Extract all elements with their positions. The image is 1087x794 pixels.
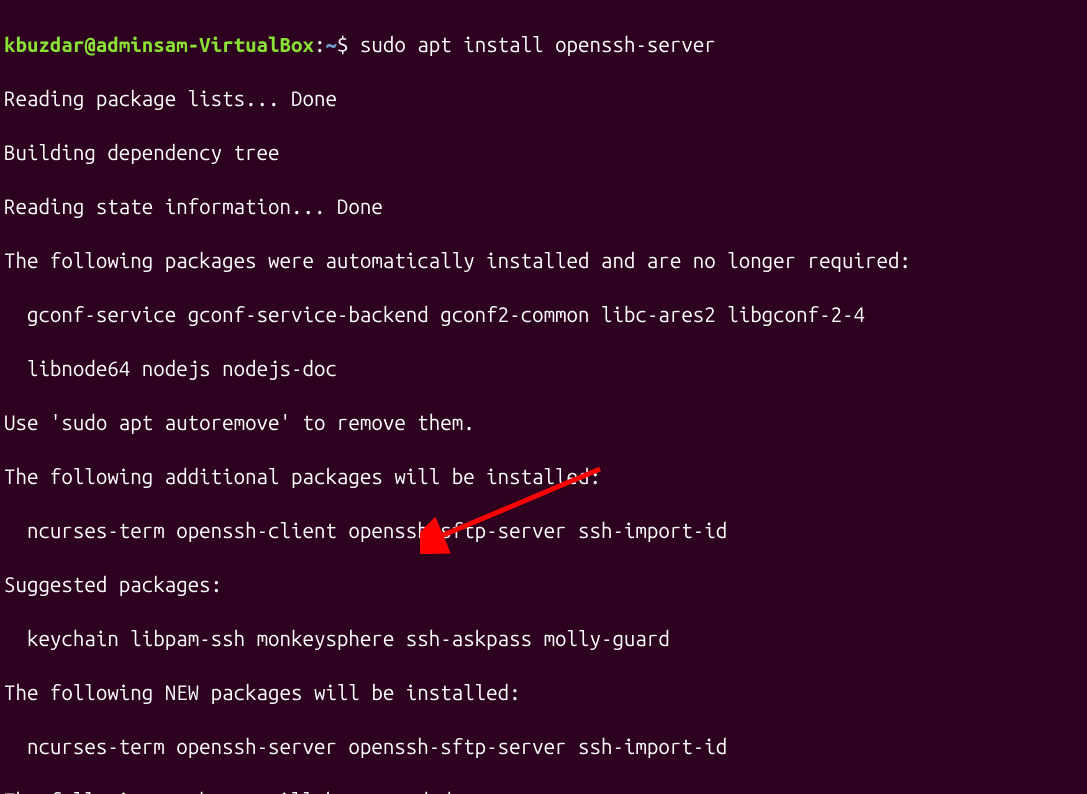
- output-line: Reading package lists... Done: [4, 85, 1083, 112]
- output-line: Reading state information... Done: [4, 193, 1083, 220]
- prompt-user: kbuzdar: [4, 33, 84, 56]
- prompt-line: kbuzdar@adminsam-VirtualBox:~$ sudo apt …: [4, 31, 1083, 58]
- terminal-output[interactable]: kbuzdar@adminsam-VirtualBox:~$ sudo apt …: [0, 0, 1087, 794]
- prompt-path: ~: [325, 33, 336, 56]
- output-line: keychain libpam-ssh monkeysphere ssh-ask…: [4, 625, 1083, 652]
- command-text: sudo apt install openssh-server: [360, 33, 716, 56]
- output-line: The following additional packages will b…: [4, 463, 1083, 490]
- output-line: ncurses-term openssh-server openssh-sftp…: [4, 733, 1083, 760]
- prompt-dollar: $: [337, 33, 360, 56]
- output-line: gconf-service gconf-service-backend gcon…: [4, 301, 1083, 328]
- output-line: Building dependency tree: [4, 139, 1083, 166]
- output-line: The following packages will be upgraded:: [4, 787, 1083, 794]
- prompt-host: adminsam-VirtualBox: [96, 33, 314, 56]
- output-line: libnode64 nodejs nodejs-doc: [4, 355, 1083, 382]
- prompt-colon: :: [314, 33, 325, 56]
- output-line: The following packages were automaticall…: [4, 247, 1083, 274]
- output-line: The following NEW packages will be insta…: [4, 679, 1083, 706]
- prompt-at: @: [84, 33, 95, 56]
- output-line: Use 'sudo apt autoremove' to remove them…: [4, 409, 1083, 436]
- output-line: ncurses-term openssh-client openssh-sftp…: [4, 517, 1083, 544]
- output-line: Suggested packages:: [4, 571, 1083, 598]
